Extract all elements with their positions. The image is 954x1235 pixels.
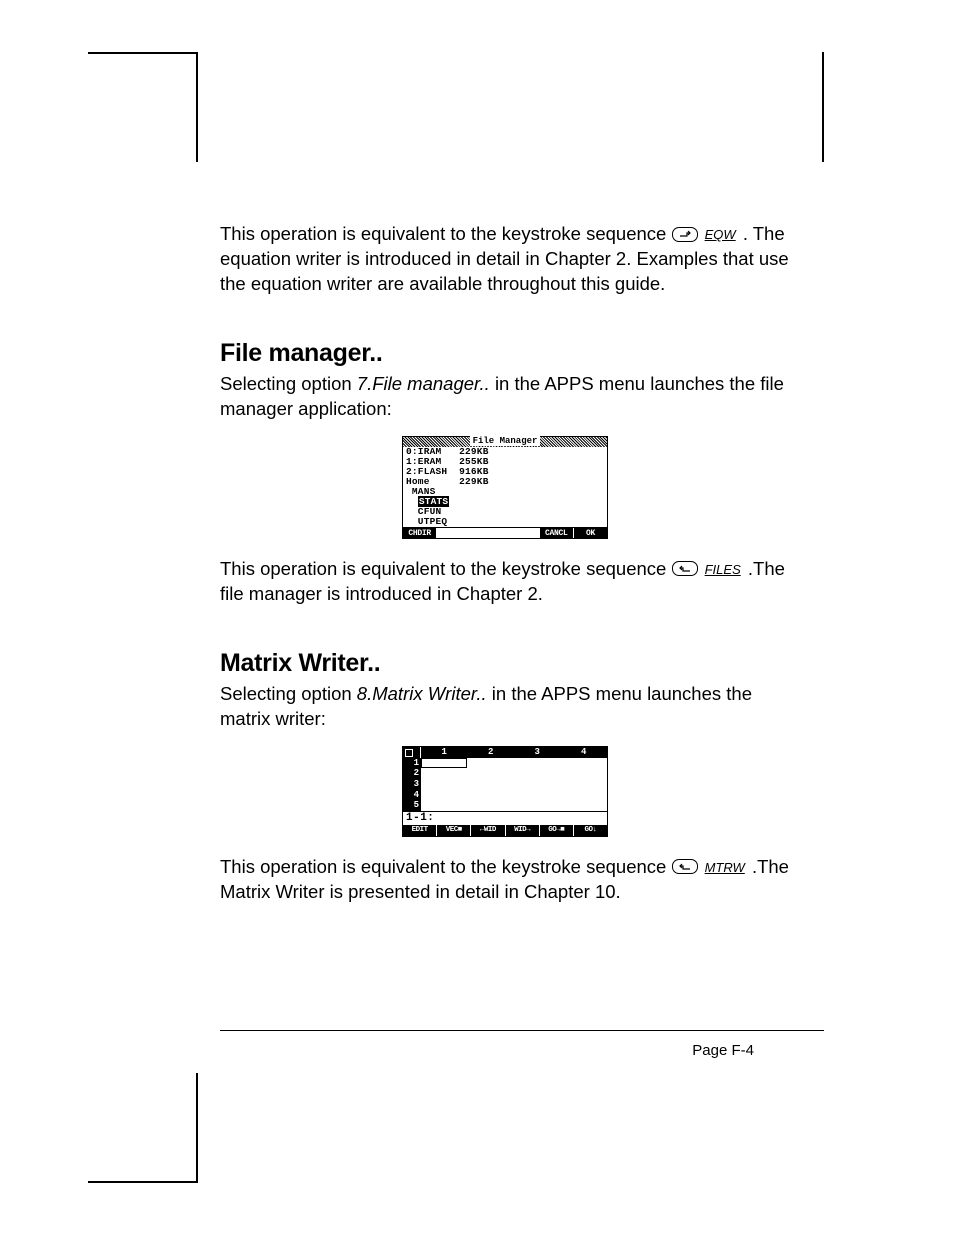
softkey: . (471, 528, 504, 538)
softkey: CANCL (540, 528, 573, 538)
files-key-label: FILES (705, 562, 741, 577)
mw-option-name: 8.Matrix Writer.. (357, 683, 487, 704)
lcd-row: UTPEQ (406, 517, 604, 527)
page-corner-tr (804, 52, 824, 162)
eqw-key-label: EQW (705, 227, 736, 242)
footer-rule (220, 1030, 824, 1031)
left-shift-key-icon-2 (672, 859, 698, 874)
softkey: GO↓ (574, 825, 607, 836)
softkey: . (437, 528, 470, 538)
intro-text-a: This operation is equivalent to the keys… (220, 223, 671, 244)
mw-row-label: 5 (403, 800, 421, 811)
left-shift-key-icon (672, 561, 698, 576)
intro-paragraph: This operation is equivalent to the keys… (220, 222, 790, 297)
page-corner-tl (88, 52, 198, 162)
mw-col-label: 1 (421, 747, 468, 758)
softkey: OK (574, 528, 607, 538)
fm-text-a: Selecting option (220, 373, 357, 394)
softkey: WID→ (506, 825, 539, 836)
matrix-writer-heading: Matrix Writer.. (220, 649, 790, 678)
page-corner-bl (88, 1073, 198, 1183)
lcd-softkeys: CHDIR...CANCLOK (403, 527, 607, 538)
mw-status-line: 1-1: (403, 811, 607, 825)
mw-row-label: 3 (403, 779, 421, 790)
fm-option-name: 7.File manager.. (357, 373, 490, 394)
file-manager-heading: File manager.. (220, 339, 790, 368)
mw-col-label: 3 (514, 747, 561, 758)
mw-col-label: 2 (468, 747, 515, 758)
file-manager-intro: Selecting option 7.File manager.. in the… (220, 372, 790, 422)
mw-column-header: 1234 (403, 747, 607, 758)
mw-row-label: 2 (403, 768, 421, 779)
softkey: GO→■ (540, 825, 573, 836)
mw-cells-area (421, 758, 607, 811)
softkey: . (506, 528, 539, 538)
mw-text2-a: This operation is equivalent to the keys… (220, 856, 671, 877)
file-manager-screenshot: File Manager 0:IRAM 229KB1:ERAM 255KB2:F… (402, 436, 608, 539)
matrix-writer-outro: This operation is equivalent to the keys… (220, 855, 790, 905)
softkey: ←WID (471, 825, 504, 836)
page-content: This operation is equivalent to the keys… (220, 222, 790, 915)
right-shift-key-icon (672, 227, 698, 242)
matrix-writer-screenshot: 1234 12345 1-1: EDITVEC■←WIDWID→GO→■GO↓ (402, 746, 608, 837)
softkey: VEC■ (437, 825, 470, 836)
softkey: EDIT (403, 825, 436, 836)
lcd-body: 0:IRAM 229KB1:ERAM 255KB2:FLASH 916KBHom… (403, 447, 607, 527)
mw-col-label: 4 (561, 747, 608, 758)
mw-cursor (421, 758, 467, 768)
page-number: Page F-4 (692, 1042, 754, 1059)
mw-text-a: Selecting option (220, 683, 357, 704)
softkey: CHDIR (403, 528, 436, 538)
lcd-title-text: File Manager (470, 436, 541, 446)
mw-softkeys: EDITVEC■←WIDWID→GO→■GO↓ (403, 825, 607, 836)
fm-text2-a: This operation is equivalent to the keys… (220, 558, 671, 579)
mtrw-key-label: MTRW (705, 860, 745, 875)
mw-row-header: 12345 (403, 758, 421, 811)
file-manager-outro: This operation is equivalent to the keys… (220, 557, 790, 607)
matrix-writer-intro: Selecting option 8.Matrix Writer.. in th… (220, 682, 790, 732)
mw-row-label: 1 (403, 758, 421, 769)
mw-row-label: 4 (403, 790, 421, 801)
mw-corner-cell-icon (403, 747, 421, 758)
